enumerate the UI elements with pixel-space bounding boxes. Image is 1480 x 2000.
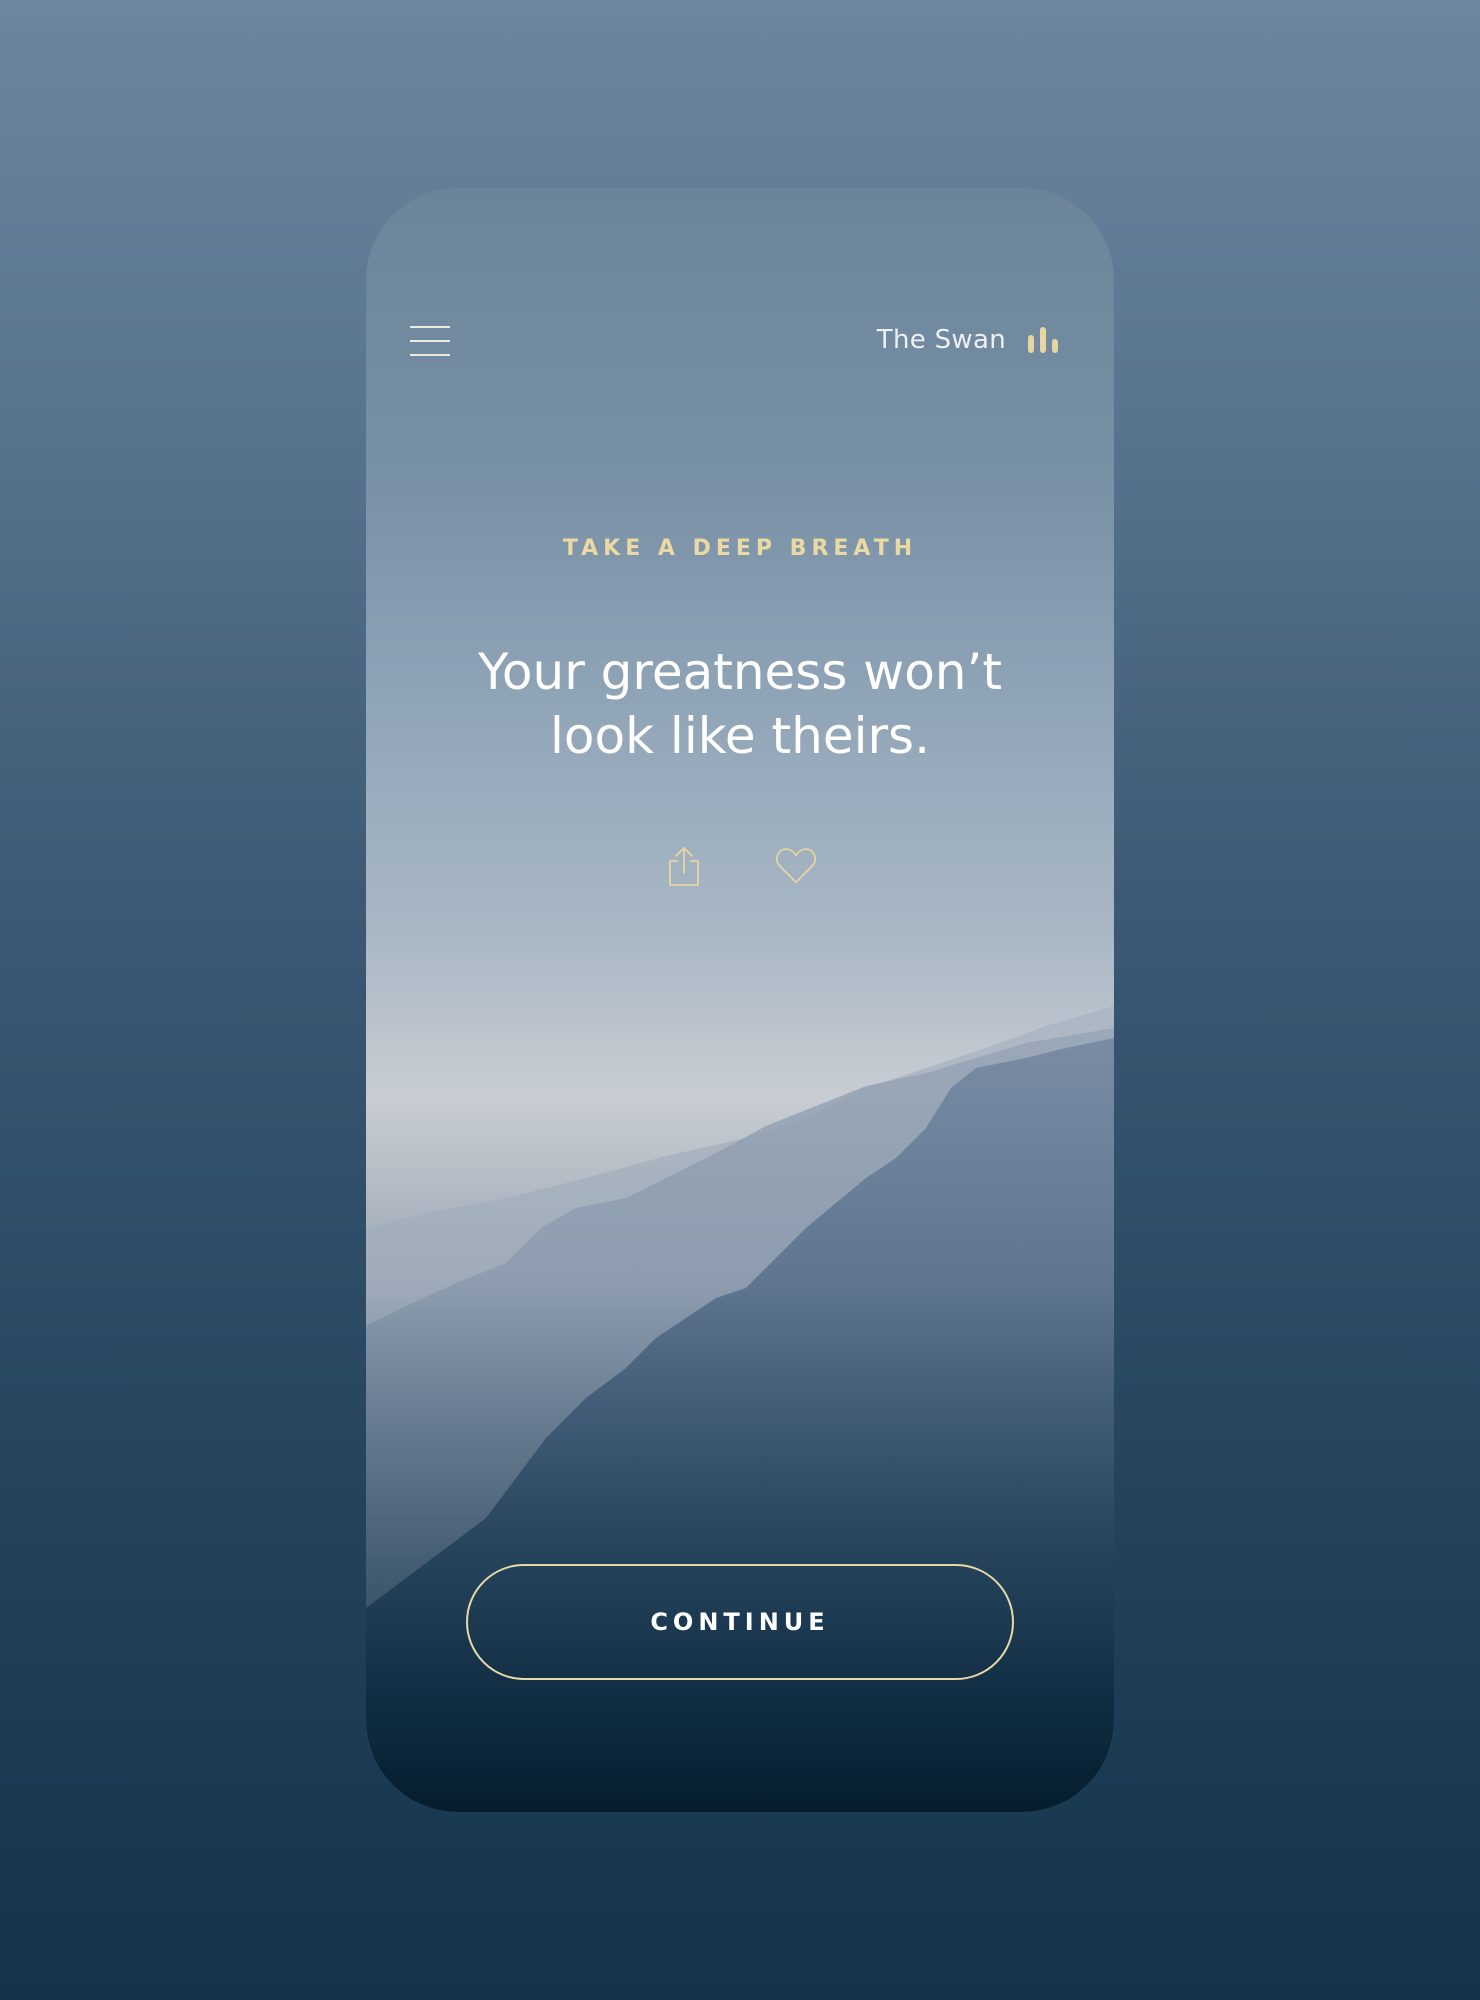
- app-screen: The Swan TAKE A DEEP BREATH Your greatne…: [366, 188, 1114, 1812]
- heart-icon: [775, 848, 817, 884]
- kicker-text: TAKE A DEEP BREATH: [562, 536, 918, 561]
- continue-button[interactable]: CONTINUE: [466, 1564, 1014, 1680]
- sound-selector[interactable]: The Swan: [877, 320, 1058, 360]
- menu-line: [410, 354, 450, 356]
- share-icon: [669, 847, 699, 886]
- menu-button[interactable]: [410, 326, 450, 356]
- share-button[interactable]: [663, 844, 705, 888]
- quote-actions: [366, 844, 1114, 888]
- menu-line: [410, 326, 450, 328]
- sound-name: The Swan: [876, 325, 1006, 355]
- quote-text: Your greatness won’t look like theirs.: [478, 643, 1002, 765]
- audio-bars-icon: [1028, 327, 1058, 353]
- favorite-button[interactable]: [775, 844, 817, 888]
- menu-line: [410, 340, 450, 342]
